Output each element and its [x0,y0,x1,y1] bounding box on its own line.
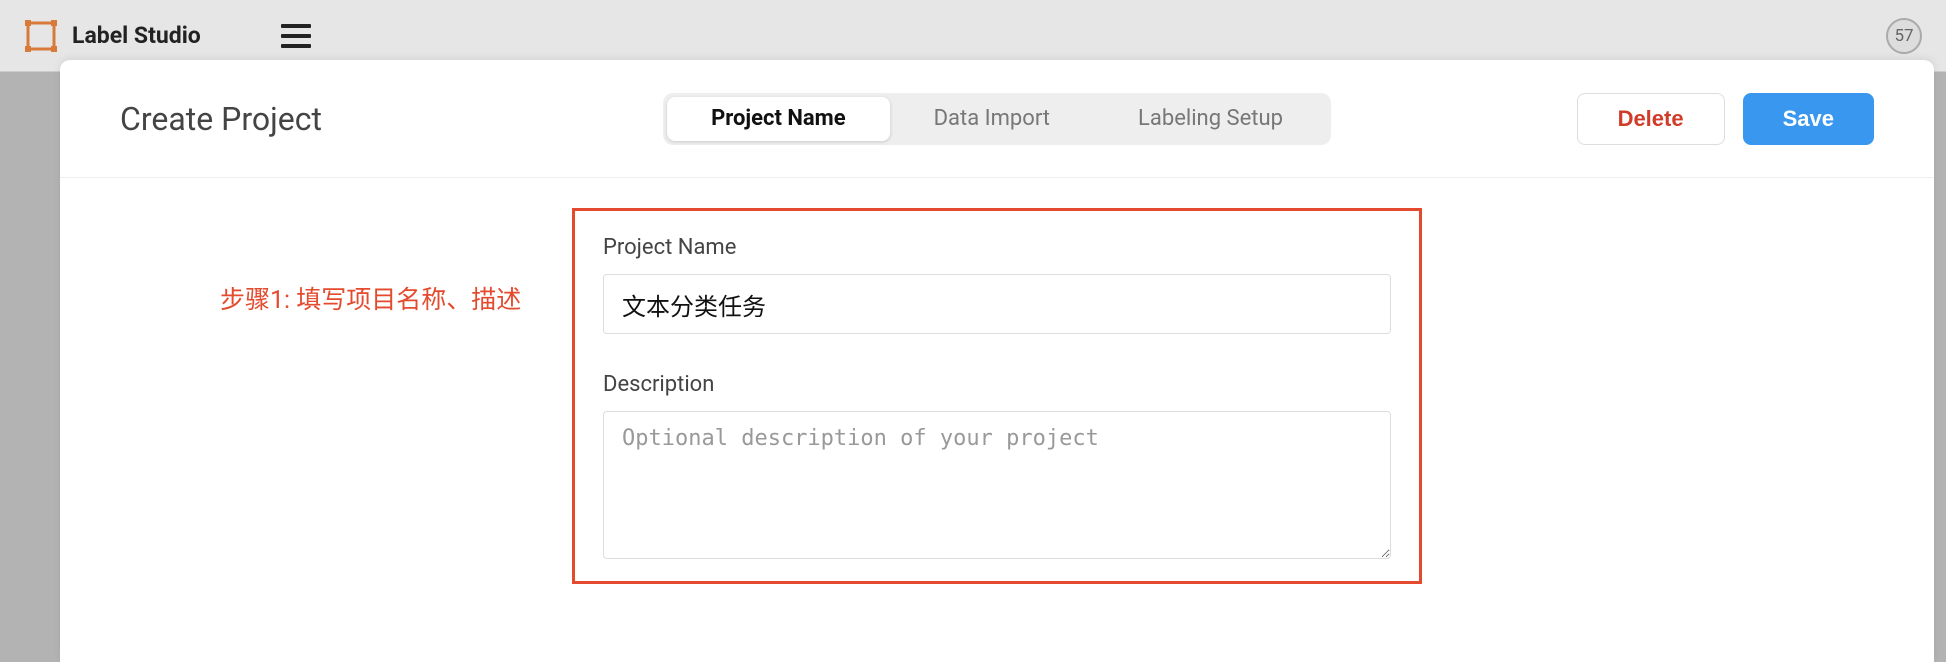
app-name: Label Studio [72,22,201,49]
project-name-input[interactable] [603,274,1391,334]
notification-badge[interactable]: 57 [1886,18,1922,54]
step-tabs: Project Name Data Import Labeling Setup [663,93,1331,145]
create-project-modal: Create Project Project Name Data Import … [60,60,1934,662]
description-textarea[interactable] [603,411,1391,559]
project-form-highlight: Project Name Description [572,208,1422,584]
description-label: Description [603,372,1391,397]
save-button[interactable]: Save [1743,93,1874,145]
modal-title: Create Project [120,100,322,138]
modal-body: 步骤1: 填写项目名称、描述 Project Name Description [60,178,1934,584]
delete-button[interactable]: Delete [1577,93,1725,145]
annotation-step1: 步骤1: 填写项目名称、描述 [220,280,521,316]
tab-data-import[interactable]: Data Import [890,97,1094,141]
modal-header: Create Project Project Name Data Import … [60,60,1934,178]
tab-labeling-setup[interactable]: Labeling Setup [1094,97,1327,141]
project-name-label: Project Name [603,235,1391,260]
modal-actions: Delete Save [1577,93,1874,145]
app-logo[interactable]: Label Studio [24,19,201,53]
label-studio-logo-icon [24,19,58,53]
tab-project-name[interactable]: Project Name [667,97,890,141]
hamburger-menu-icon[interactable] [281,24,311,48]
